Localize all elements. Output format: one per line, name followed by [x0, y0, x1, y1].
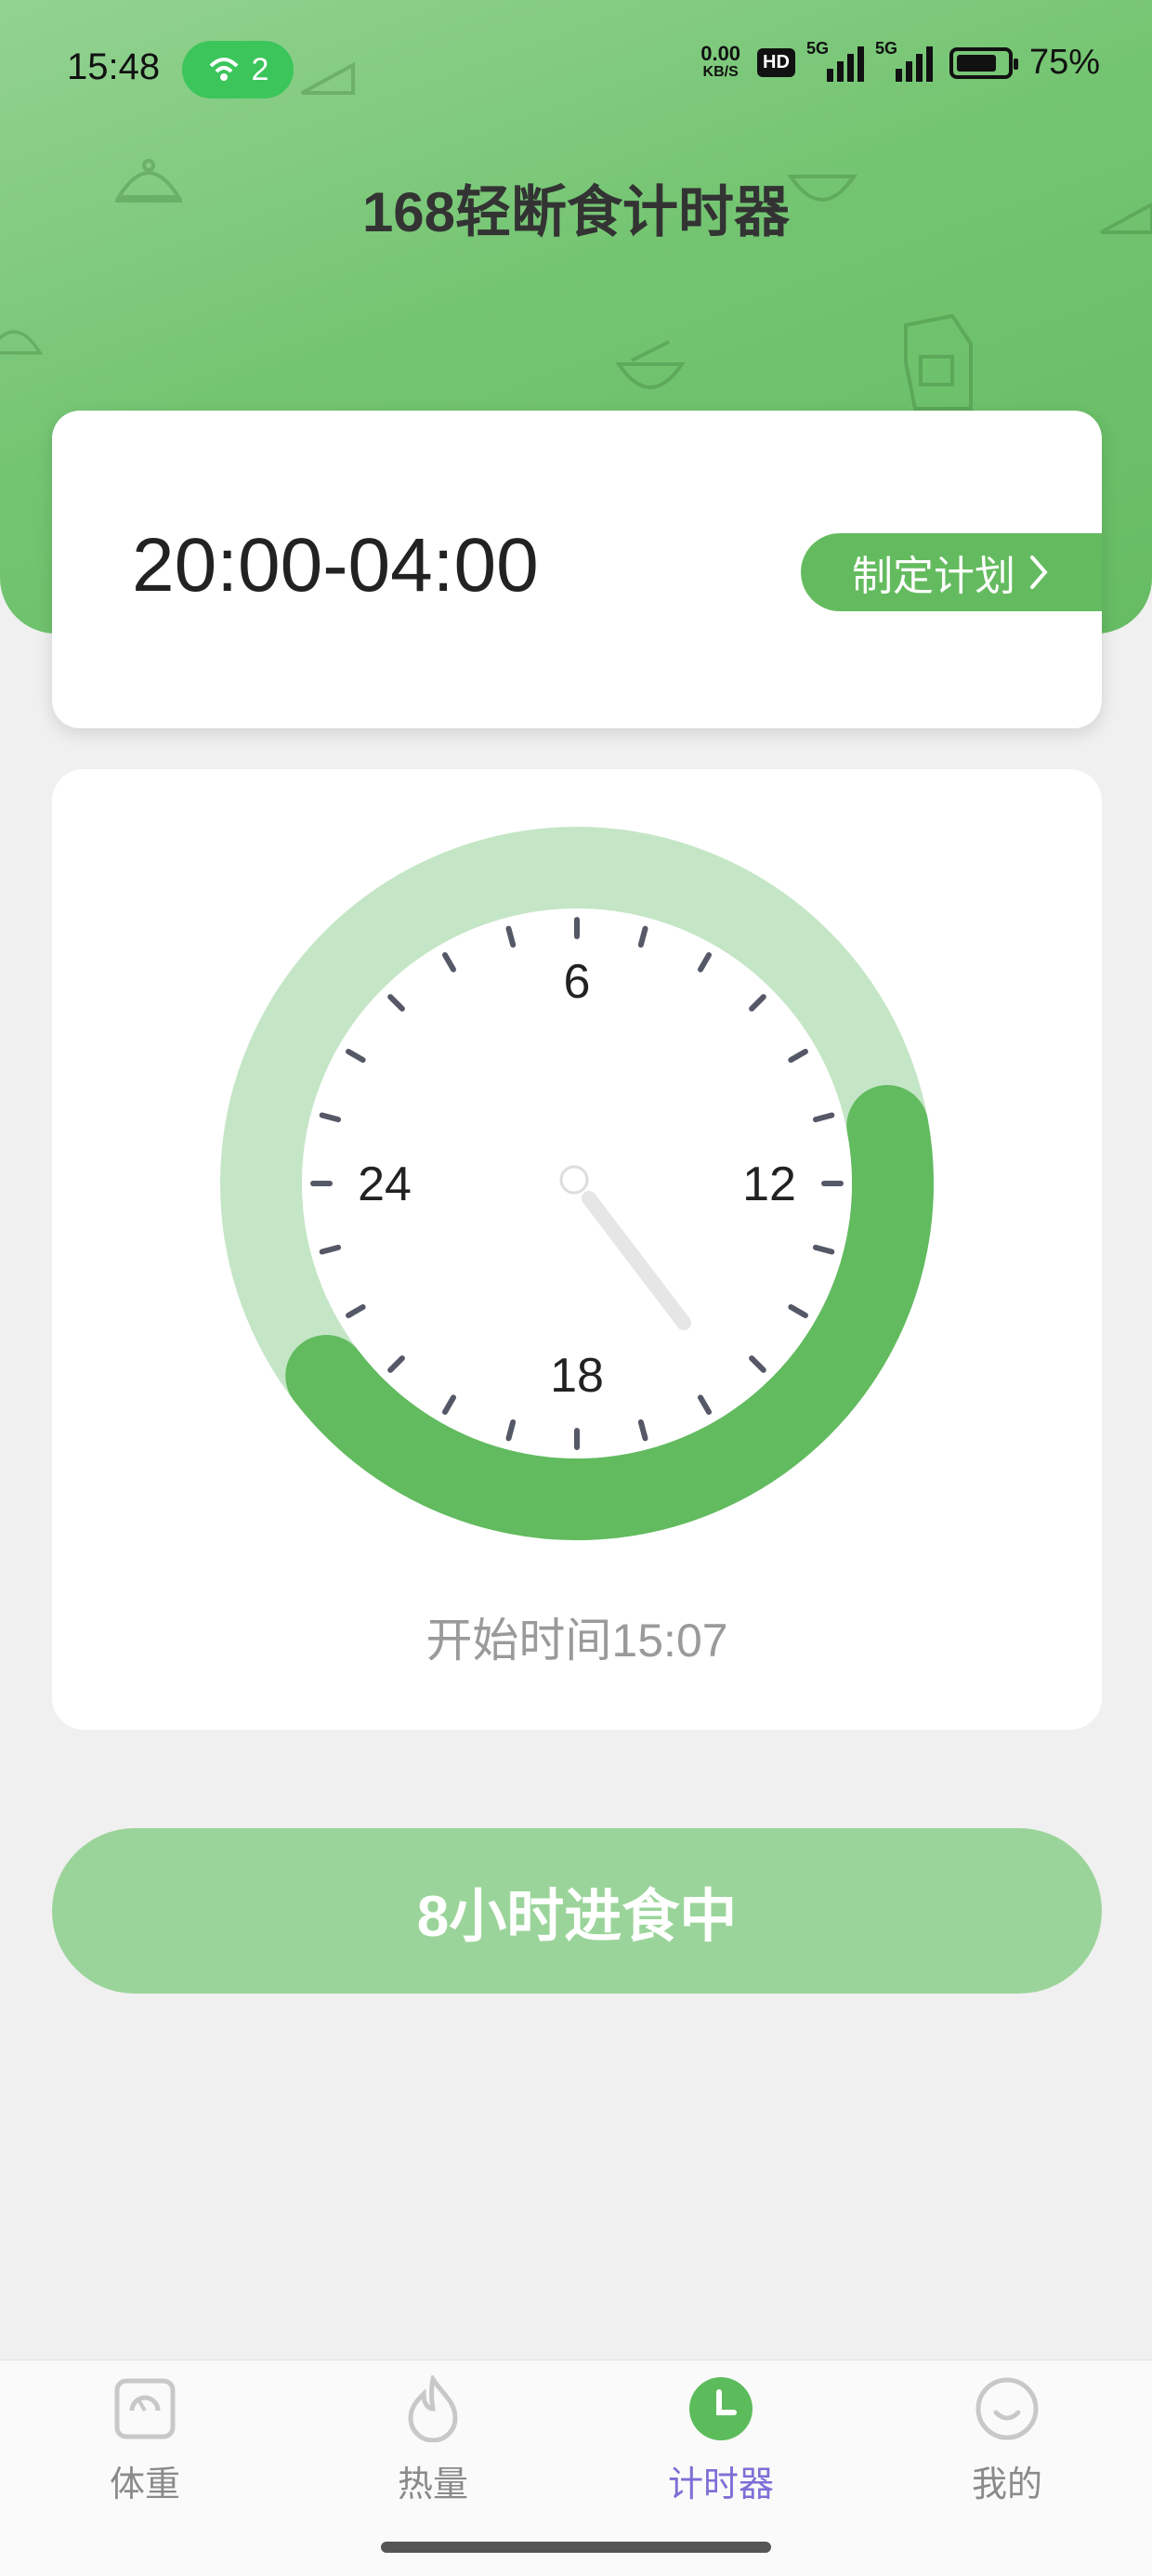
hotspot-badge: 2 — [182, 41, 294, 98]
clock-icon — [689, 2377, 753, 2440]
flame-icon — [408, 2375, 458, 2442]
hotspot-count: 2 — [251, 51, 269, 87]
make-plan-button[interactable]: 制定计划 — [801, 533, 1102, 611]
tab-calories[interactable]: 热量 — [340, 2375, 526, 2515]
signal-icon: 5G — [806, 39, 864, 82]
signal-icon: 5G — [875, 39, 933, 82]
page-title: 168轻断食计时器 — [361, 181, 791, 243]
eating-status-button[interactable]: 8小时进食中 — [52, 1828, 1102, 1994]
clock-label-6: 6 — [564, 955, 591, 1009]
hd-badge: HD — [757, 48, 795, 77]
start-time-text: 开始时间15:07 — [425, 1615, 728, 1667]
chevron-right-icon — [1030, 556, 1048, 589]
status-time: 15:48 — [67, 46, 161, 87]
clock-label-12: 12 — [742, 1157, 796, 1211]
clock-label-18: 18 — [550, 1349, 604, 1403]
smile-icon — [975, 2377, 1039, 2440]
status-bar: 15:48 2 0.00 KB/S HD 5G 5G 75% — [0, 0, 1152, 139]
fasting-window-time: 20:00-04:00 — [132, 523, 539, 608]
battery-percent: 75% — [1028, 43, 1100, 82]
home-indicator[interactable] — [381, 2542, 771, 2553]
hotspot-icon — [209, 58, 238, 81]
tab-mine[interactable]: 我的 — [914, 2375, 1100, 2515]
bowl-icon — [615, 340, 686, 389]
battery-icon — [949, 46, 1018, 79]
clock-label-24: 24 — [358, 1157, 412, 1211]
tab-weight[interactable]: 体重 — [52, 2375, 238, 2515]
clock-card: 6 12 18 24 开始时间15:07 — [52, 769, 1102, 1730]
clock-center — [559, 1165, 589, 1195]
make-plan-label: 制定计划 — [852, 554, 1015, 599]
fasting-clock: 6 12 18 24 — [220, 827, 934, 1540]
scale-icon — [114, 2378, 176, 2439]
network-speed: 0.00 KB/S — [700, 41, 741, 80]
tab-timer[interactable]: 计时器 — [628, 2375, 814, 2515]
plan-card: 20:00-04:00 制定计划 — [52, 411, 1102, 728]
milk-carton-icon — [904, 313, 973, 411]
cloche-icon — [0, 330, 44, 355]
